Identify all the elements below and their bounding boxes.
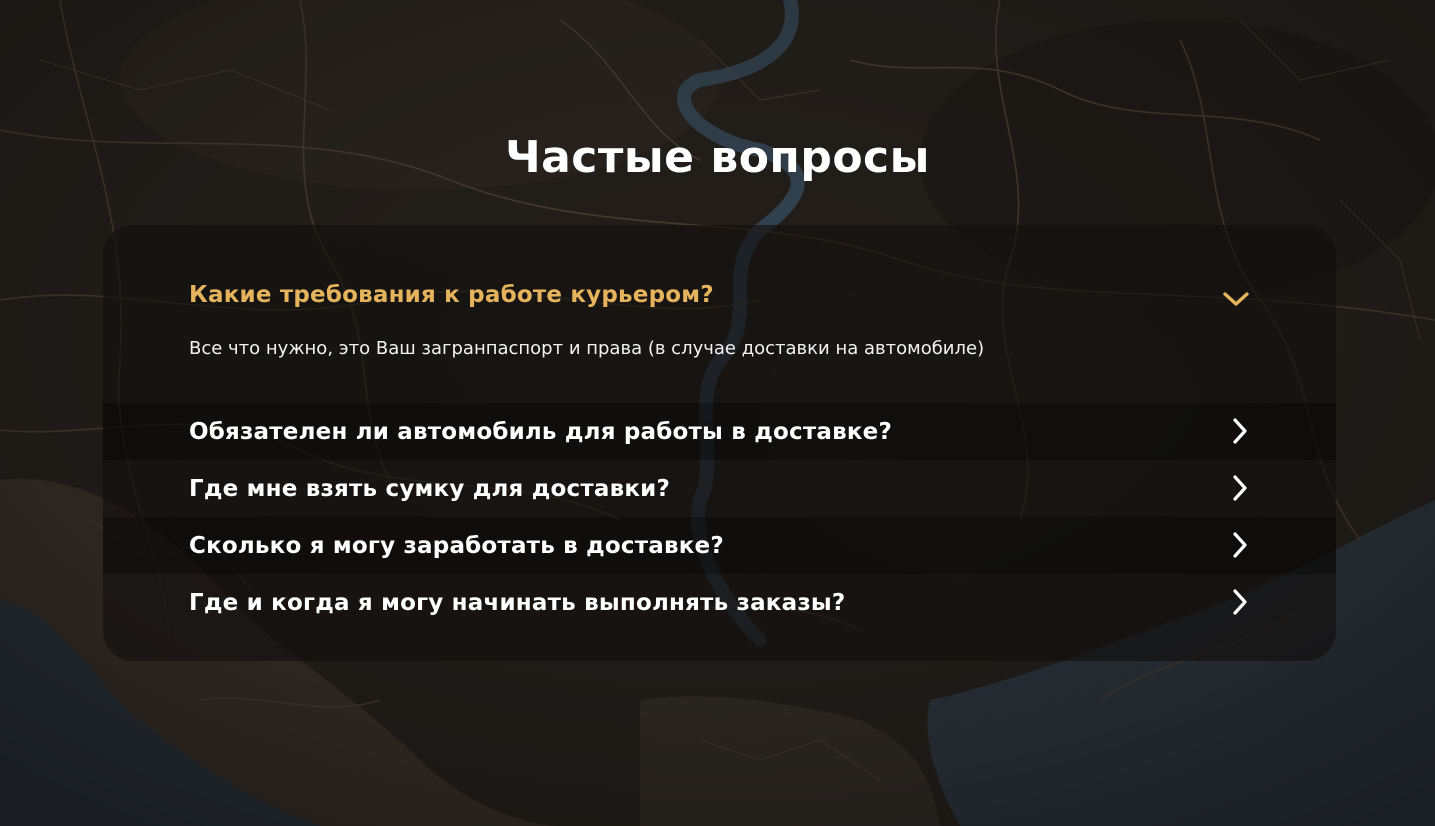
faq-question[interactable]: Обязателен ли автомобиль для работы в до… [189, 417, 892, 447]
faq-item[interactable]: Сколько я могу заработать в доставке? [103, 517, 1336, 574]
faq-accordion: Какие требования к работе курьером? Все … [103, 225, 1336, 661]
chevron-down-icon[interactable] [1221, 289, 1251, 309]
faq-item-open[interactable]: Какие требования к работе курьером? Все … [103, 225, 1336, 403]
faq-answer-open: Все что нужно, это Ваш загранпаспорт и п… [189, 338, 985, 359]
faq-item[interactable]: Обязателен ли автомобиль для работы в до… [103, 403, 1336, 460]
faq-question-open[interactable]: Какие требования к работе курьером? [189, 280, 714, 310]
chevron-right-icon[interactable] [1231, 588, 1249, 616]
faq-question[interactable]: Сколько я могу заработать в доставке? [189, 531, 724, 561]
faq-question[interactable]: Где мне взять сумку для доставки? [189, 474, 670, 504]
chevron-right-icon[interactable] [1231, 474, 1249, 502]
page-title: Частые вопросы [505, 132, 930, 183]
chevron-right-icon[interactable] [1231, 417, 1249, 445]
faq-item[interactable]: Где мне взять сумку для доставки? [103, 460, 1336, 517]
faq-item[interactable]: Где и когда я могу начинать выполнять за… [103, 574, 1336, 631]
faq-question[interactable]: Где и когда я могу начинать выполнять за… [189, 588, 845, 618]
chevron-right-icon[interactable] [1231, 531, 1249, 559]
